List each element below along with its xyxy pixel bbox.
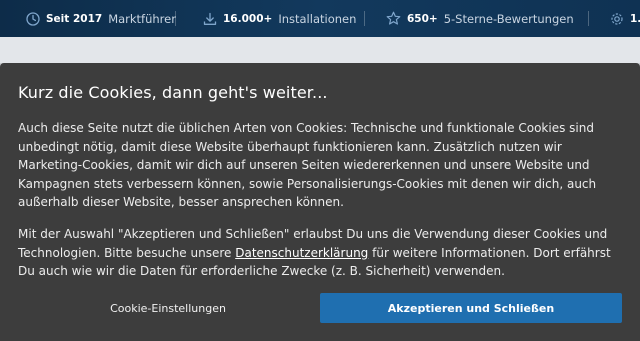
cookie-consent-info: Mit der Auswahl "Akzeptieren und Schließ… (18, 225, 624, 281)
usp-bar: Seit 2017 Marktführer 16.000+ Installati… (0, 0, 640, 37)
usp-item-since: Seit 2017 Marktführer (26, 0, 176, 37)
usp-strong: 16.000+ (223, 12, 273, 25)
usp-item-cut: 1.3 (610, 0, 640, 37)
cookie-description: Auch diese Seite nutzt die üblichen Arte… (18, 121, 597, 210)
download-icon (203, 12, 217, 25)
cookie-consent-dialog: Kurz die Cookies, dann geht's weiter... … (0, 63, 640, 341)
accept-and-close-button[interactable]: Akzeptieren und Schließen (320, 293, 622, 323)
divider (175, 11, 176, 26)
cookie-settings-button[interactable]: Cookie-Einstellungen (18, 293, 318, 323)
divider (588, 11, 589, 26)
divider (364, 11, 365, 26)
gear-icon (611, 12, 623, 25)
usp-strong: 1.3 (630, 12, 640, 25)
clock-icon (26, 11, 40, 26)
privacy-policy-link[interactable]: Datenschutzerklärung (235, 246, 368, 260)
usp-strong: 650+ (407, 12, 438, 25)
cookie-title: Kurz die Cookies, dann geht's weiter... (18, 83, 328, 102)
usp-item-installs: 16.000+ Installationen (203, 0, 356, 37)
page-background (0, 37, 640, 63)
usp-light: Marktführer (108, 11, 176, 26)
usp-strong: Seit 2017 (46, 12, 103, 25)
star-icon (386, 11, 401, 25)
usp-light: 5-Sterne-Bewertungen (443, 11, 574, 26)
usp-light: Installationen (278, 11, 357, 26)
usp-item-reviews: 650+ 5-Sterne-Bewertungen (386, 0, 574, 37)
